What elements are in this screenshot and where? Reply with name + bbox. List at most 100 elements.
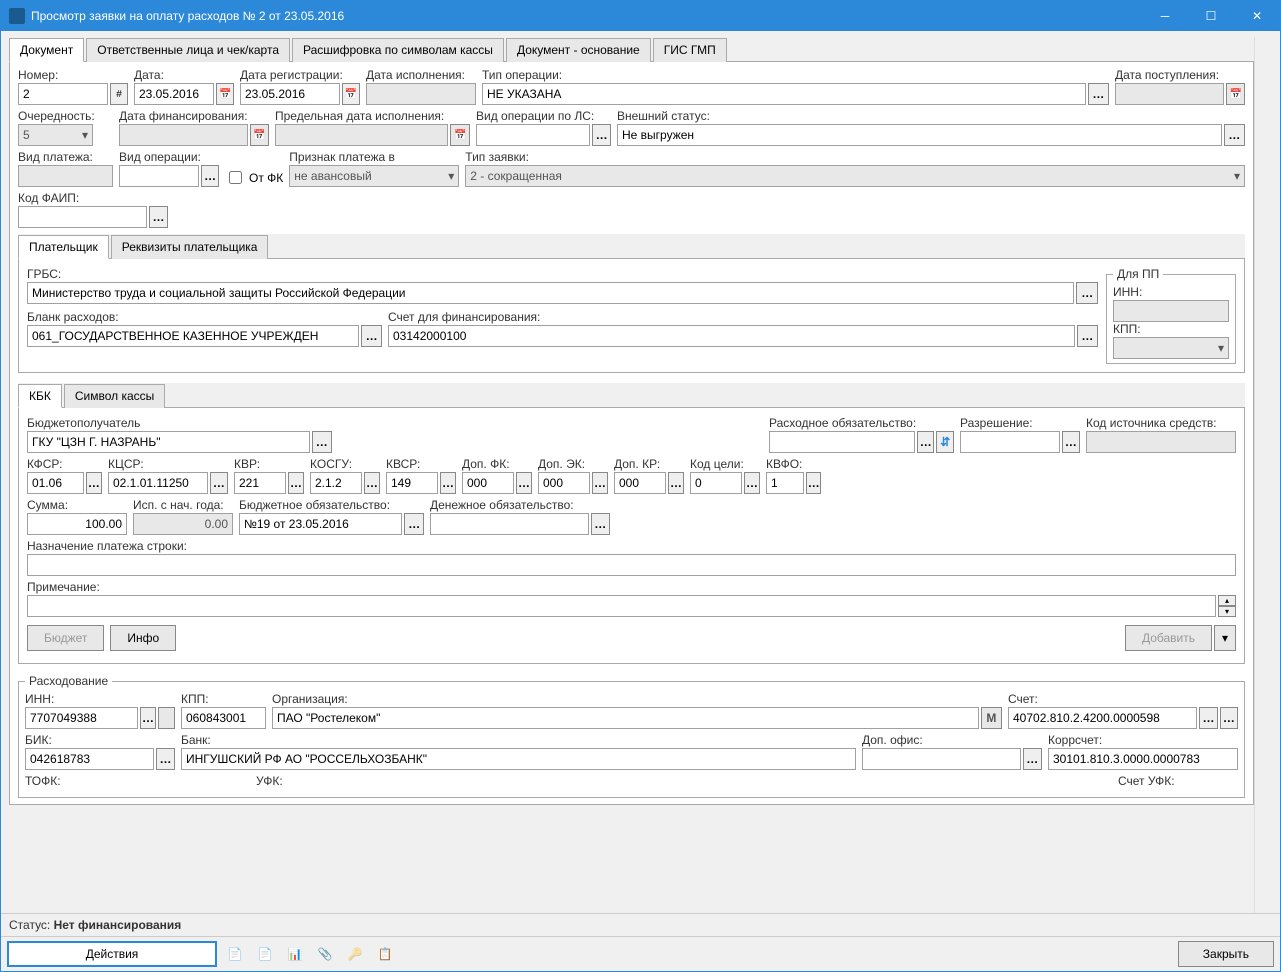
kcsr-input[interactable] [108,472,208,494]
kvsr-lookup-button[interactable]: … [440,472,456,494]
kosgu-input[interactable] [310,472,362,494]
exp-inn-lookup-button[interactable]: … [140,707,157,729]
grbs-input[interactable] [27,282,1074,304]
kosgu-lookup-button[interactable]: … [364,472,380,494]
regdate-cal-button[interactable]: 📅 [342,83,360,105]
minimize-button[interactable]: ─ [1142,1,1188,31]
note-input[interactable] [27,595,1216,617]
finacc-input[interactable] [388,325,1075,347]
dopfk-lookup-button[interactable]: … [516,472,532,494]
kvr-label: КВР: [234,457,304,471]
monobl-lookup-button[interactable]: … [591,513,610,535]
exp-bik-input[interactable] [25,748,154,770]
tab-gis-gmp[interactable]: ГИС ГМП [653,38,727,62]
date-label: Дата: [134,68,234,82]
add-dropdown-button[interactable]: ▾ [1214,625,1236,651]
faip-input[interactable] [18,206,147,228]
exp-inn-input[interactable] [25,707,138,729]
tab-basis-doc[interactable]: Документ - основание [506,38,651,62]
expobl-label: Расходное обязательство: [769,416,954,430]
opkind-lookup-button[interactable]: … [201,165,219,187]
tab-cash-symbol[interactable]: Символ кассы [64,384,165,408]
expobl-input[interactable] [769,431,915,453]
permit-label: Разрешение: [960,416,1080,430]
close-button[interactable]: Закрыть [1178,941,1274,967]
finacc-lookup-button[interactable]: … [1077,325,1098,347]
exp-bank-input[interactable] [181,748,856,770]
maximize-button[interactable]: ☐ [1188,1,1234,31]
date-cal-button[interactable]: 📅 [216,83,234,105]
close-window-button[interactable]: ✕ [1234,1,1280,31]
extstatus-input[interactable] [617,124,1222,146]
tab-cash-symbols[interactable]: Расшифровка по символам кассы [292,38,504,62]
kcsr-lookup-button[interactable]: … [210,472,228,494]
exp-acc-lookup-button[interactable]: … [1199,707,1217,729]
copy-icon[interactable]: 📄 [223,942,247,966]
recipient-input[interactable] [27,431,310,453]
export-icon[interactable]: 📄 [253,942,277,966]
kvfo-lookup-button[interactable]: … [806,472,821,494]
exp-kpp-input[interactable] [181,707,266,729]
kvr-input[interactable] [234,472,286,494]
regdate-input[interactable] [240,83,340,105]
lsop-lookup-button[interactable]: … [592,124,611,146]
goalcode-lookup-button[interactable]: … [744,472,760,494]
kfsr-lookup-button[interactable]: … [86,472,102,494]
grbs-lookup-button[interactable]: … [1076,282,1098,304]
dopfk-input[interactable] [462,472,514,494]
note-up-button[interactable]: ▴ [1218,595,1236,606]
titlebar[interactable]: Просмотр заявки на оплату расходов № 2 о… [1,1,1280,31]
budobl-lookup-button[interactable]: … [404,513,424,535]
dopkr-input[interactable] [614,472,666,494]
exp-dopoffice-lookup-button[interactable]: … [1023,748,1042,770]
dopek-lookup-button[interactable]: … [592,472,608,494]
exp-dopoffice-input[interactable] [862,748,1021,770]
permit-lookup-button[interactable]: … [1062,431,1080,453]
info-button[interactable]: Инфо [110,625,176,651]
dopek-input[interactable] [538,472,590,494]
goalcode-input[interactable] [690,472,742,494]
exp-acc-lookup2-button[interactable]: … [1220,707,1238,729]
kvsr-input[interactable] [386,472,438,494]
note-down-button[interactable]: ▾ [1218,606,1236,617]
exp-bik-lookup-button[interactable]: … [156,748,175,770]
kvr-lookup-button[interactable]: … [288,472,304,494]
faip-lookup-button[interactable]: … [149,206,168,228]
date-input[interactable] [134,83,214,105]
exp-org-input[interactable] [272,707,979,729]
permit-input[interactable] [960,431,1060,453]
opkind-input[interactable] [119,165,199,187]
kfsr-input[interactable] [27,472,84,494]
exp-corracc-input[interactable] [1048,748,1238,770]
tab-payer[interactable]: Плательщик [18,235,109,259]
recipient-lookup-button[interactable]: … [312,431,332,453]
clipboard-icon[interactable]: 📋 [373,942,397,966]
expobl-extra-button[interactable]: ⇵ [936,431,954,453]
tab-responsibles[interactable]: Ответственные лица и чек/карта [86,38,290,62]
key-icon[interactable]: 🔑 [343,942,367,966]
attach-icon[interactable]: 📎 [313,942,337,966]
actions-button[interactable]: Действия [7,941,217,967]
dopkr-lookup-button[interactable]: … [668,472,684,494]
tab-kbk[interactable]: КБК [18,384,62,408]
monobl-input[interactable] [430,513,589,535]
number-input[interactable] [18,83,108,105]
purpose-input[interactable] [27,554,1236,576]
kvfo-input[interactable] [766,472,804,494]
excel-icon[interactable]: 📊 [283,942,307,966]
srccode-input [1086,431,1236,453]
budobl-input[interactable] [239,513,402,535]
blank-lookup-button[interactable]: … [361,325,382,347]
optype-input[interactable] [482,83,1086,105]
sum-input[interactable] [27,513,127,535]
expobl-lookup-button[interactable]: … [917,431,935,453]
tab-document[interactable]: Документ [9,38,84,62]
tab-payer-details[interactable]: Реквизиты плательщика [111,235,269,259]
exp-acc-input[interactable] [1008,707,1197,729]
vertical-scrollbar[interactable] [1254,37,1272,913]
lsop-input[interactable] [476,124,590,146]
optype-lookup-button[interactable]: … [1088,83,1109,105]
number-gen-button[interactable]: # [110,83,128,105]
blank-input[interactable] [27,325,359,347]
extstatus-lookup-button[interactable]: … [1224,124,1245,146]
